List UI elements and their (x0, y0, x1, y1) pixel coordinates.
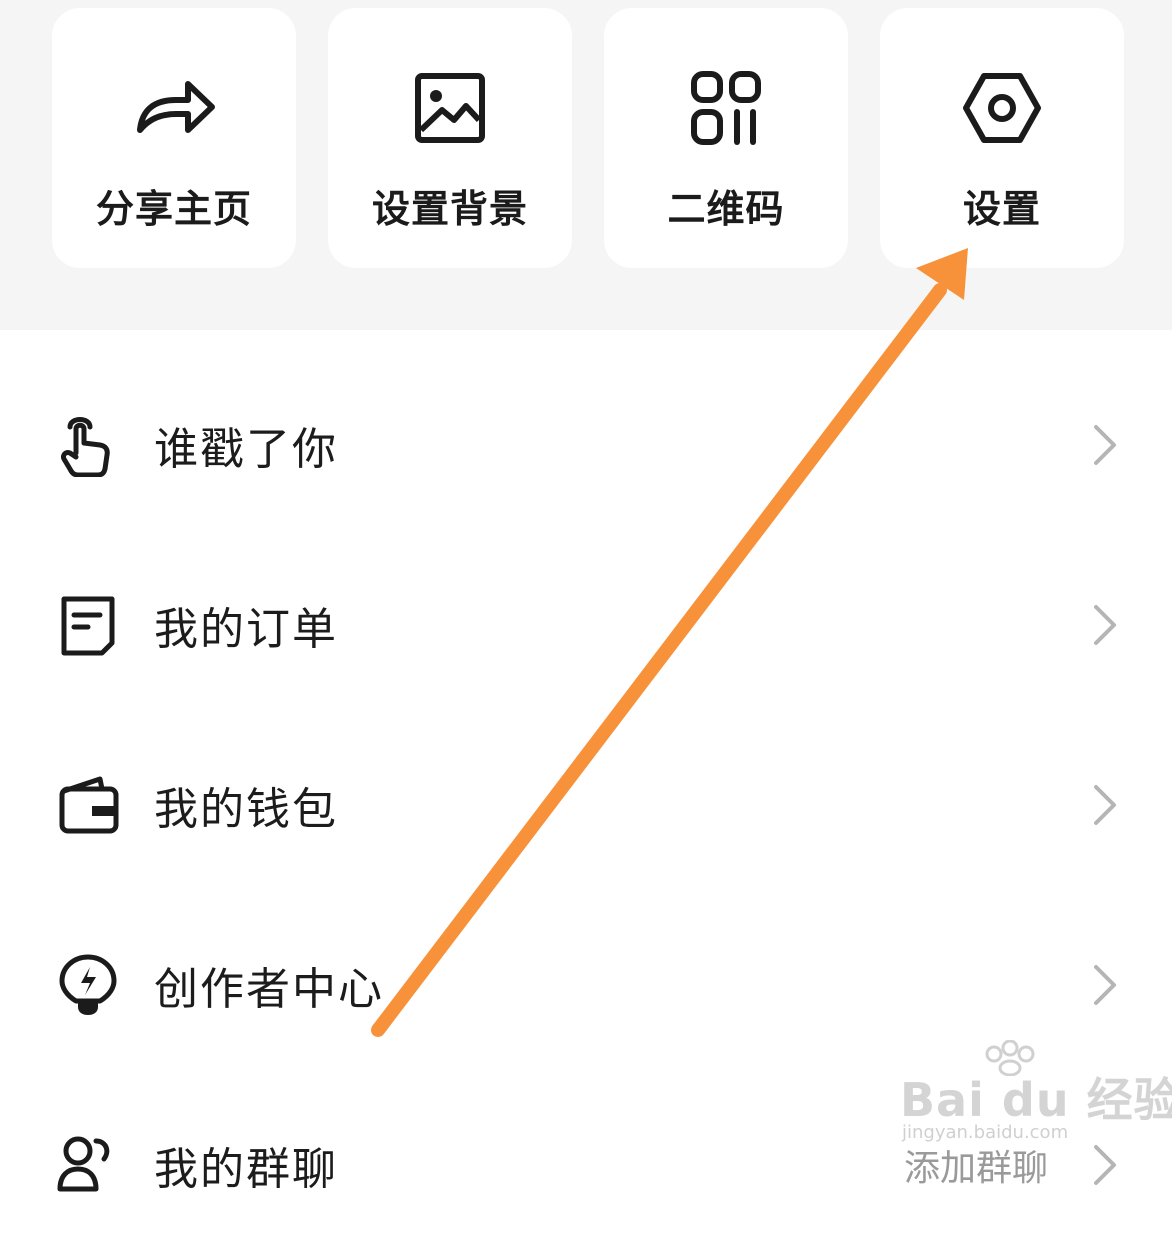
menu-item-my-wallet[interactable]: 我的钱包 (0, 715, 1172, 895)
set-background-button[interactable]: 设置背景 (328, 8, 572, 268)
qr-code-button[interactable]: 二维码 (604, 8, 848, 268)
menu-item-label: 创作者中心 (154, 964, 384, 1015)
menu-item-label: 谁戳了你 (154, 424, 338, 475)
share-icon (137, 81, 215, 133)
menu-item-my-orders[interactable]: 我的订单 (0, 535, 1172, 715)
set-background-label: 设置背景 (371, 187, 528, 231)
wallet-icon (59, 776, 119, 834)
add-group-chat-link[interactable]: 添加群聊 (904, 1139, 1048, 1191)
share-homepage-button[interactable]: 分享主页 (52, 8, 296, 268)
order-icon (61, 596, 115, 656)
shortcut-panel: 分享主页 设置背景 二维码 设置 (0, 0, 1172, 330)
chevron-right-icon (1094, 785, 1116, 825)
menu-item-who-poked-you[interactable]: 谁戳了你 (0, 355, 1172, 535)
settings-label: 设置 (962, 187, 1041, 231)
image-icon (415, 73, 485, 143)
group-chat-icon (57, 1136, 110, 1192)
settings-button[interactable]: 设置 (880, 8, 1124, 268)
menu-item-my-group-chats[interactable]: 我的群聊 添加群聊 (0, 1075, 1172, 1255)
menu-item-label: 我的订单 (154, 604, 338, 655)
menu-item-label: 我的群聊 (154, 1144, 338, 1195)
share-homepage-label: 分享主页 (95, 187, 252, 231)
chevron-right-icon (1094, 425, 1116, 465)
poke-hand-icon (61, 417, 110, 477)
creator-bulb-icon (59, 954, 117, 1015)
menu-item-label: 我的钱包 (154, 784, 338, 835)
qr-code-label: 二维码 (667, 187, 785, 231)
chevron-right-icon (1094, 605, 1116, 645)
settings-icon (963, 73, 1041, 143)
menu-item-creator-center[interactable]: 创作者中心 (0, 895, 1172, 1075)
chevron-right-icon (1094, 965, 1116, 1005)
chevron-right-icon (1094, 1145, 1116, 1185)
qr-code-icon (691, 71, 761, 145)
